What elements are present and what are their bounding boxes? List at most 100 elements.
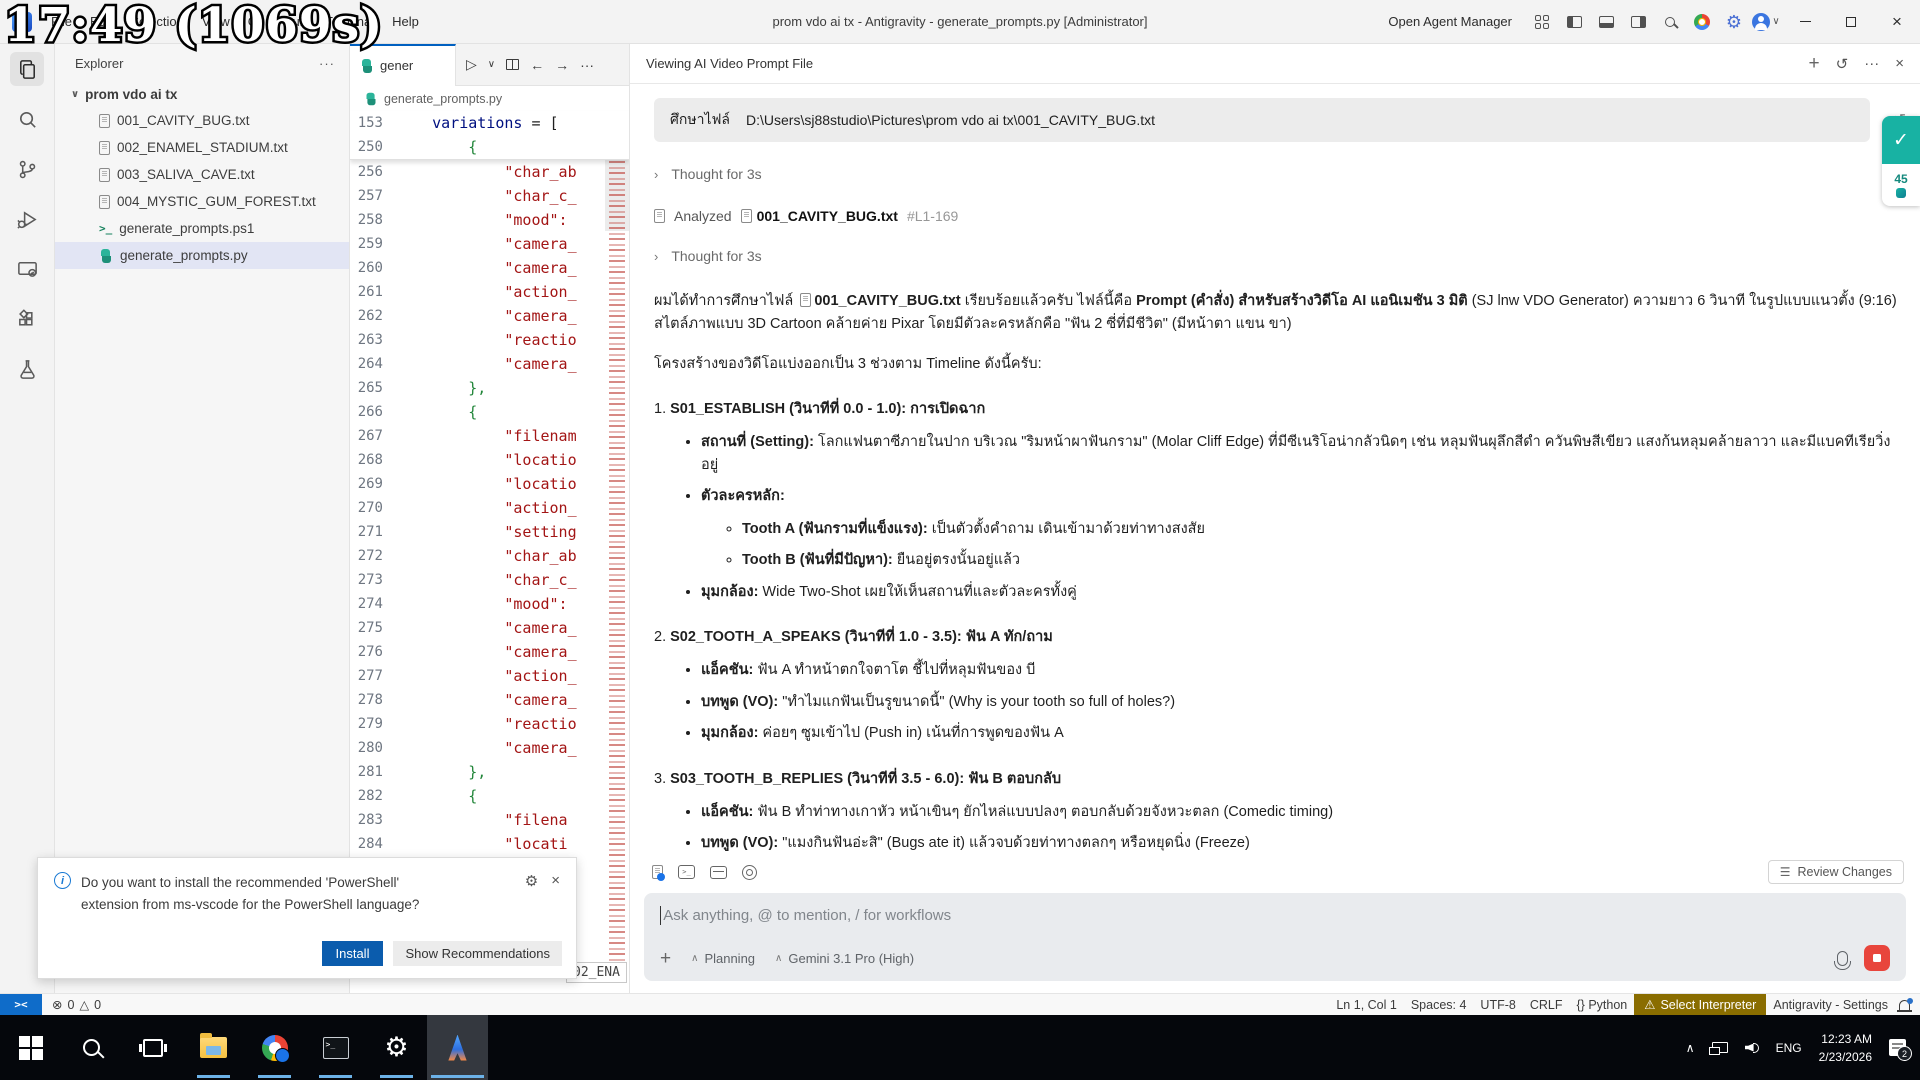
file-context-icon[interactable] [652,865,663,879]
run-dropdown-icon[interactable]: ∨ [488,59,495,70]
explorer-icon[interactable] [10,52,44,86]
taskbar-start[interactable] [0,1015,61,1080]
model-selector[interactable]: ∧ Gemini 3.1 Pro (High) [775,951,914,966]
tray-clock[interactable]: 12:23 AM 2/23/2026 [1819,1030,1872,1066]
bullet-item: บทพูด (VO): "ทำไมแกฟันเป็นรูขนาดนี้" (Wh… [701,691,1900,713]
toggle-panel-icon[interactable] [1592,8,1620,36]
minimap[interactable] [605,111,629,993]
editor-tabbar: gener ▷ ∨ ← → ··· [350,44,629,86]
breadcrumb[interactable]: generate_prompts.py [350,86,629,111]
microphone-icon[interactable] [1837,951,1848,966]
floating-extension-widget[interactable]: ✓ 45 [1882,116,1920,206]
folder-icon [200,1037,227,1058]
close-button[interactable]: × [1874,0,1920,44]
layout-grid-icon[interactable] [1528,8,1556,36]
statusbar--python[interactable]: {} Python [1570,994,1635,1015]
action-center-icon[interactable]: 2 [1889,1039,1906,1056]
notification-close-icon[interactable]: × [551,872,560,917]
browser-icon[interactable] [742,865,757,880]
menu-edit[interactable]: Edit [81,0,121,44]
explorer-more-icon[interactable]: ··· [319,56,335,71]
add-context-button[interactable]: + [660,949,671,968]
menu-terminal[interactable]: Terminal [316,0,383,44]
account-avatar[interactable]: ∨ [1752,8,1780,36]
toggle-secondary-sidebar-icon[interactable] [1624,8,1652,36]
history-icon[interactable]: ↺ [1836,55,1849,73]
statusbar-antigravity-settings[interactable]: Antigravity - Settings [1766,994,1895,1015]
file-generate_prompts.ps1[interactable]: >_generate_prompts.ps1 [55,215,349,242]
panel-close-icon[interactable]: × [1895,55,1904,72]
install-button[interactable]: Install [322,941,384,966]
maximize-button[interactable] [1828,0,1874,44]
language-indicator[interactable]: ENG [1776,1041,1802,1055]
back-icon[interactable]: ← [530,57,544,73]
tray-chevron-up-icon[interactable]: ∧ [1686,1041,1695,1055]
file-001_CAVITY_BUG.txt[interactable]: 001_CAVITY_BUG.txt [55,107,349,134]
thought-row-2[interactable]: › Thought for 3s [654,248,1900,264]
inbox-icon[interactable] [710,866,727,879]
toggle-sidebar-icon[interactable] [1560,8,1588,36]
problems-indicator[interactable]: ⊗0 △0 [42,997,101,1012]
statusbar-ln-1-col-1[interactable]: Ln 1, Col 1 [1329,994,1403,1015]
taskbar-file-explorer[interactable] [183,1015,244,1080]
taskbar-terminal[interactable]: >_ [305,1015,366,1080]
chrome-icon[interactable] [1688,8,1716,36]
network-icon[interactable] [1712,1042,1728,1053]
minimize-button[interactable] [1782,0,1828,44]
file-004_MYSTIC_GUM_FOREST.txt[interactable]: 004_MYSTIC_GUM_FOREST.txt [55,188,349,215]
run-debug-icon[interactable] [10,202,44,236]
statusbar-utf-8[interactable]: UTF-8 [1473,994,1522,1015]
menu-help[interactable]: Help [383,0,428,44]
notifications-bell-icon[interactable] [1899,1000,1910,1010]
open-agent-manager-button[interactable]: Open Agent Manager [1388,14,1512,29]
run-python-file-button[interactable]: ▷ [466,56,477,73]
tree-root-folder[interactable]: ∨ prom vdo ai tx [55,82,349,107]
stop-button[interactable] [1864,945,1890,971]
chat-transcript[interactable]: ศึกษาไฟล์ D:\Users\sj88studio\Pictures\p… [630,84,1920,851]
menu-file[interactable]: File [42,0,81,44]
inline-file-chip[interactable]: 001_CAVITY_BUG.txt [797,293,960,309]
show-recommendations-button[interactable]: Show Recommendations [393,941,562,966]
statusbar-select-interpreter[interactable]: ⚠Select Interpreter [1634,994,1766,1015]
new-chat-icon[interactable]: + [1809,54,1820,73]
taskbar-chrome[interactable] [244,1015,305,1080]
split-editor-icon[interactable] [506,59,519,70]
remote-icon[interactable] [10,252,44,286]
taskbar-settings[interactable]: ⚙ [366,1015,427,1080]
file-generate_prompts.py[interactable]: generate_prompts.py [55,242,349,269]
chat-input-box[interactable]: Ask anything, @ to mention, / for workfl… [644,893,1906,981]
search-icon[interactable] [1656,8,1684,36]
testing-icon[interactable] [10,352,44,386]
file-002_ENAMEL_STADIUM.txt[interactable]: 002_ENAMEL_STADIUM.txt [55,134,349,161]
tab-generate-prompts-py[interactable]: gener [350,44,456,86]
section-bullets: แอ็คชัน: ฟัน A ทำหน้าตกใจตาโต ชี้ไปที่หล… [654,659,1900,744]
search-icon[interactable] [10,102,44,136]
running-indicator [431,1075,484,1078]
analyzed-file-chip[interactable]: 001_CAVITY_BUG.txt [741,208,898,224]
review-changes-button[interactable]: ☰ Review Changes [1768,860,1904,884]
remote-indicator[interactable]: >< [0,994,42,1016]
extensions-icon[interactable] [10,302,44,336]
statusbar-crlf[interactable]: CRLF [1523,994,1570,1015]
notification-gear-icon[interactable]: ⚙ [525,872,538,917]
terminal-context-icon[interactable]: >_ [678,865,695,879]
planning-mode-selector[interactable]: ∧ Planning [691,951,755,966]
menu-run[interactable]: Run [274,0,316,44]
menu-selection[interactable]: Selection [121,0,192,44]
file-003_SALIVA_CAVE.txt[interactable]: 003_SALIVA_CAVE.txt [55,161,349,188]
taskbar-search[interactable] [61,1015,122,1080]
menu-go[interactable]: Go [239,0,274,44]
panel-more-icon[interactable]: ··· [1864,55,1879,72]
taskbar-antigravity[interactable] [427,1015,488,1080]
source-control-icon[interactable] [10,152,44,186]
analyzed-row[interactable]: Analyzed 001_CAVITY_BUG.txt #L1-169 [654,208,1900,224]
taskbar-task-view[interactable] [122,1015,183,1080]
forward-icon[interactable]: → [555,57,569,73]
gear-icon[interactable]: ⚙ [1720,8,1748,36]
thought-row-1[interactable]: › Thought for 3s [654,166,1900,182]
menu-view[interactable]: View [193,0,239,44]
editor-more-icon[interactable]: ··· [580,57,594,73]
speaker-icon[interactable] [1745,1042,1759,1054]
code-line: 273 "char_c_ [350,568,629,592]
statusbar-spaces-4[interactable]: Spaces: 4 [1404,994,1474,1015]
